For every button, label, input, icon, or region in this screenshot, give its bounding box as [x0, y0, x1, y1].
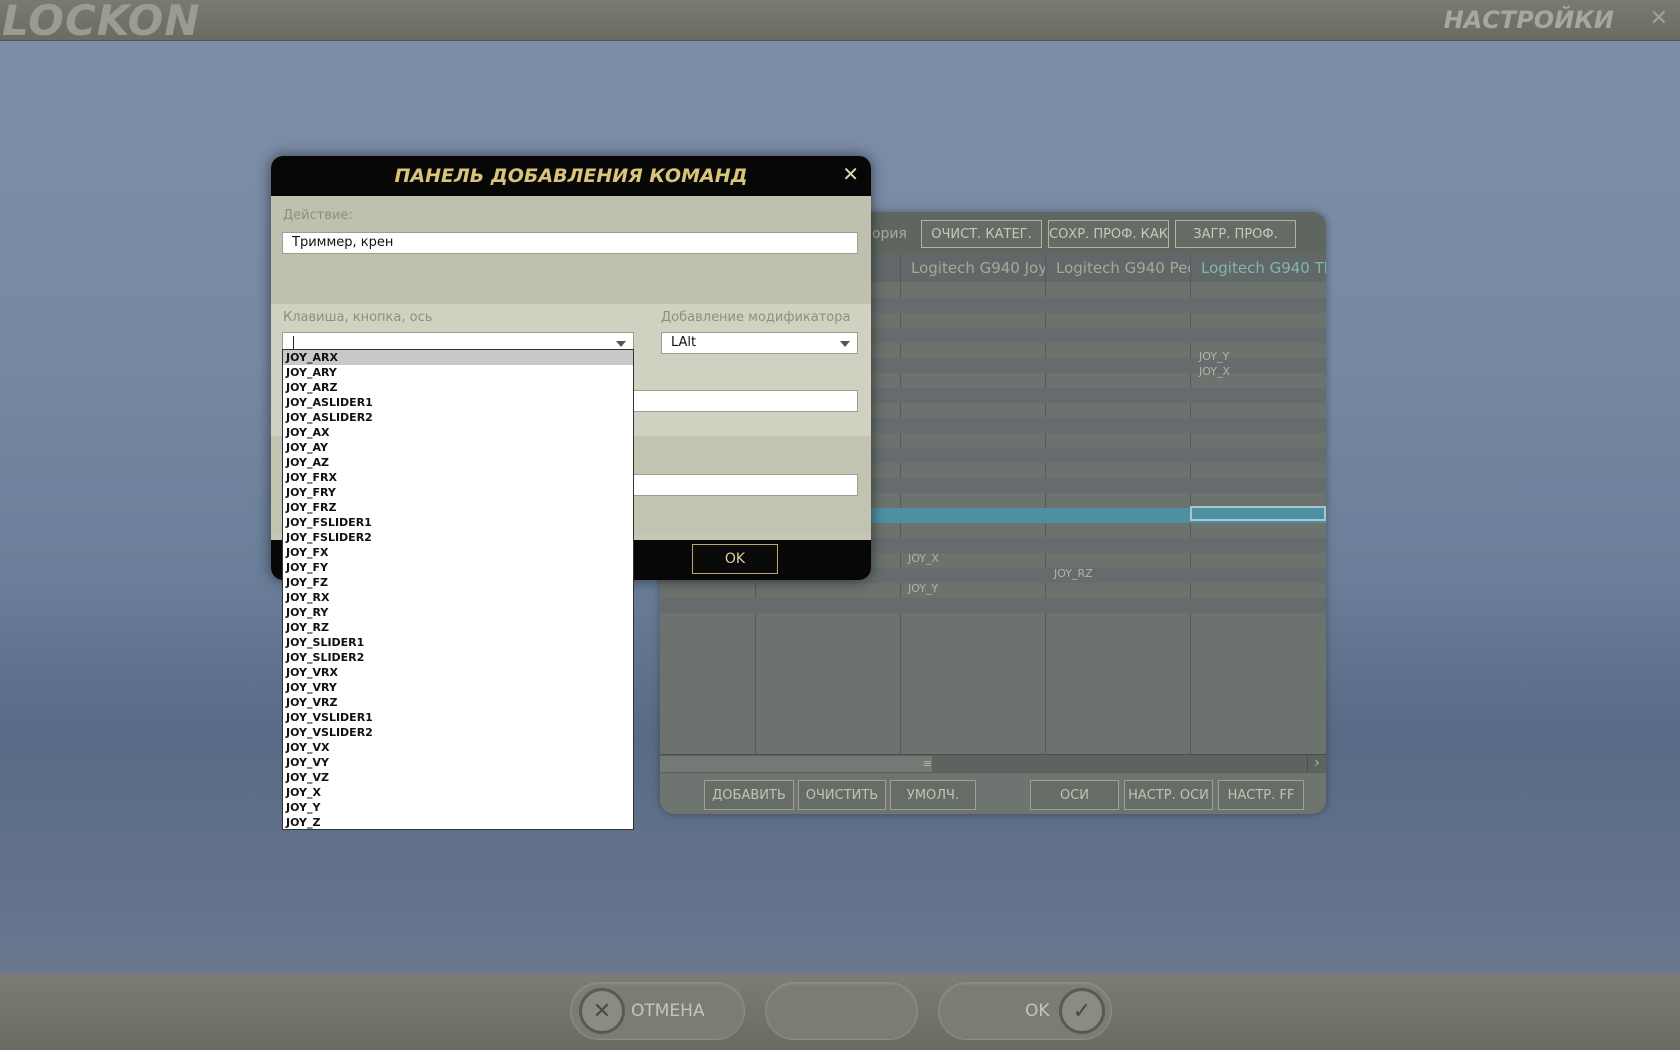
binding-cell[interactable]: JOY_X	[1199, 365, 1230, 378]
modifier-label: Добавление модификатора	[661, 310, 851, 325]
dropdown-option[interactable]: JOY_FSLIDER2	[283, 530, 633, 545]
cancel-button[interactable]: ✕ ОТМЕНА	[570, 982, 745, 1040]
dropdown-option[interactable]: JOY_VSLIDER2	[283, 725, 633, 740]
page-title: НАСТРОЙКИ	[1443, 6, 1614, 34]
dropdown-option[interactable]: JOY_VRZ	[283, 695, 633, 710]
dropdown-option[interactable]: JOY_VZ	[283, 770, 633, 785]
modifier-combobox-value: LAlt	[671, 335, 697, 350]
key-label: Клавиша, кнопка, ось	[283, 310, 433, 325]
scroll-grip-icon[interactable]: ≡	[660, 756, 932, 772]
action-section: Действие: Триммер, крен	[271, 196, 871, 304]
default-button[interactable]: УМОЛЧ.	[890, 780, 976, 810]
modifier-combobox[interactable]: LAlt	[661, 332, 858, 354]
chevron-down-icon[interactable]	[616, 341, 626, 347]
dropdown-option[interactable]: JOY_FSLIDER1	[283, 515, 633, 530]
dialog-title: ПАНЕЛЬ ДОБАВЛЕНИЯ КОМАНД	[271, 156, 871, 196]
dropdown-option[interactable]: JOY_X	[283, 785, 633, 800]
app-logo: LOCKON	[2, 0, 201, 45]
binding-cell[interactable]: JOY_Y	[908, 582, 938, 595]
action-field[interactable]: Триммер, крен	[282, 232, 858, 254]
axes-button[interactable]: ОСИ	[1030, 780, 1119, 810]
dropdown-option[interactable]: JOY_RX	[283, 590, 633, 605]
selected-cell[interactable]	[1190, 506, 1326, 521]
dropdown-option[interactable]: JOY_FRX	[283, 470, 633, 485]
action-label: Действие:	[283, 208, 353, 223]
ok-button[interactable]: OK	[692, 544, 778, 574]
dropdown-option[interactable]: JOY_AY	[283, 440, 633, 455]
dropdown-option[interactable]: JOY_RY	[283, 605, 633, 620]
dropdown-option[interactable]: JOY_SLIDER2	[283, 650, 633, 665]
clear-category-button[interactable]: ОЧИСТ. КАТЕГ.	[921, 220, 1042, 248]
dropdown-option[interactable]: JOY_FZ	[283, 575, 633, 590]
horizontal-scrollbar[interactable]: ≡ ›	[660, 754, 1326, 773]
dropdown-option[interactable]: JOY_Y	[283, 800, 633, 815]
checkmark-icon[interactable]: ✓	[1059, 988, 1105, 1034]
binding-cell[interactable]: JOY_Y	[1199, 350, 1229, 363]
dropdown-option[interactable]: JOY_ASLIDER2	[283, 410, 633, 425]
bottom-bar: ✕ ОТМЕНА OK ✓	[0, 974, 1680, 1050]
binding-cell[interactable]: JOY_X	[908, 552, 939, 565]
key-dropdown-list[interactable]: JOY_ARX JOY_ARY JOY_ARZ JOY_ASLIDER1 JOY_ASL…	[282, 349, 634, 830]
dropdown-option[interactable]: JOY_ARZ	[283, 380, 633, 395]
ok-bottom-button[interactable]: OK ✓	[938, 982, 1112, 1040]
dropdown-option[interactable]: JOY_AX	[283, 425, 633, 440]
dropdown-option[interactable]: JOY_ASLIDER1	[283, 395, 633, 410]
clear-button[interactable]: ОЧИСТИТЬ	[798, 780, 886, 810]
binding-cell[interactable]: JOY_RZ	[1054, 567, 1093, 580]
dropdown-option[interactable]: JOY_FY	[283, 560, 633, 575]
cancel-icon[interactable]: ✕	[579, 988, 625, 1034]
chevron-down-icon[interactable]	[840, 341, 850, 347]
close-icon[interactable]: ✕	[842, 164, 859, 184]
dropdown-option[interactable]: JOY_SLIDER1	[283, 635, 633, 650]
add-button[interactable]: ДОБАВИТЬ	[704, 780, 794, 810]
dropdown-option[interactable]: JOY_VRX	[283, 665, 633, 680]
dropdown-option[interactable]: JOY_VRY	[283, 680, 633, 695]
dropdown-option[interactable]: JOY_FRY	[283, 485, 633, 500]
save-profile-as-button[interactable]: СОХР. ПРОФ. КАК	[1048, 220, 1169, 248]
dropdown-option[interactable]: JOY_FX	[283, 545, 633, 560]
scroll-right-icon[interactable]: ›	[1307, 755, 1326, 773]
column-header-pedals[interactable]: Logitech G940 Peda	[1045, 254, 1190, 282]
dropdown-option[interactable]: JOY_ARX	[283, 350, 633, 365]
dropdown-option[interactable]: JOY_VSLIDER1	[283, 710, 633, 725]
dropdown-option[interactable]: JOY_VY	[283, 755, 633, 770]
middle-button[interactable]	[765, 982, 918, 1040]
axis-tune-button[interactable]: НАСТР. ОСИ	[1124, 780, 1213, 810]
load-profile-button[interactable]: ЗАГР. ПРОФ.	[1175, 220, 1296, 248]
dropdown-option[interactable]: JOY_Z	[283, 815, 633, 829]
ff-tune-button[interactable]: НАСТР. FF	[1218, 780, 1304, 810]
dropdown-option[interactable]: JOY_VX	[283, 740, 633, 755]
dropdown-option[interactable]: JOY_RZ	[283, 620, 633, 635]
close-icon[interactable]: ✕	[1650, 6, 1668, 31]
dropdown-option[interactable]: JOY_FRZ	[283, 500, 633, 515]
top-bar: LOCKON НАСТРОЙКИ ✕	[0, 0, 1680, 45]
column-header-throttle[interactable]: Logitech G940 Th	[1190, 254, 1326, 282]
dropdown-option[interactable]: JOY_ARY	[283, 365, 633, 380]
column-header-joystick[interactable]: Logitech G940 Joys	[900, 254, 1045, 282]
ok-label: OK	[1025, 1001, 1050, 1021]
dropdown-option[interactable]: JOY_AZ	[283, 455, 633, 470]
cancel-label: ОТМЕНА	[631, 1001, 705, 1021]
